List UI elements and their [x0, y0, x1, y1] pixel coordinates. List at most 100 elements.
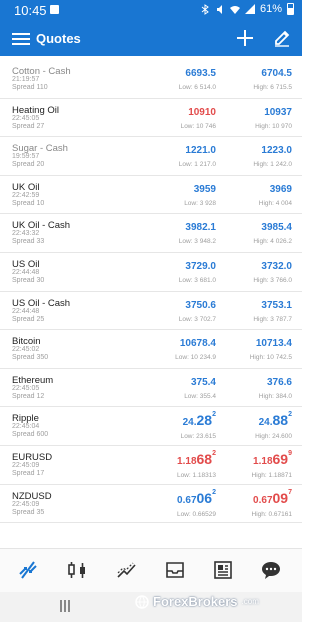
quote-row[interactable]: UK Oil - Cash 22:43:32 Spread 33 3982.1 3985… [0, 214, 302, 253]
watermark: ForexBrokers .com [135, 594, 259, 609]
quote-high: High: 3 787.7 [253, 315, 292, 323]
bid-price-fraction: 2 [212, 488, 216, 496]
quote-time: 22:44:48 [12, 307, 40, 315]
quote-time: 22:45:05 [12, 384, 40, 392]
status-time: 10:45 [14, 3, 47, 18]
watermark-domain: .com [241, 597, 259, 606]
quote-time: 22:45:02 [12, 346, 40, 354]
ask-price: 6704.5 [261, 68, 292, 79]
quote-time: 22:45:09 [12, 461, 40, 469]
bid-price-fraction: 2 [212, 411, 216, 419]
quote-low: Low: 1.18313 [176, 471, 216, 479]
quote-time: 22:45:09 [12, 500, 40, 508]
quote-row[interactable]: Heating Oil 22:45:05 Spread 27 10910 10937 Lo… [0, 99, 302, 138]
ask-price-main: 6704.5 [261, 68, 292, 79]
ask-price-pips: 69 [272, 450, 289, 467]
quote-row[interactable]: Sugar - Cash 19:59:57 Spread 20 1221.0 1223.… [0, 137, 302, 176]
quote-time: 21:19:57 [12, 76, 40, 83]
ask-price-main: 24. [258, 417, 273, 429]
bid-price-main: 1221.0 [185, 145, 216, 157]
signal-icon [244, 3, 255, 14]
quote-spread: Spread 10 [12, 199, 45, 207]
bid-price: 3982.1 [185, 222, 216, 233]
quote-low: Low: 1 217.0 [178, 161, 216, 169]
quote-row[interactable]: Bitcoin 22:45:02 Spread 350 10678.4 10713.4 L… [0, 330, 302, 369]
quote-row[interactable]: US Oil - Cash 22:44:48 Spread 25 3750.6 3753… [0, 292, 302, 331]
quote-row[interactable]: US Oil 22:44:48 Spread 30 3729.0 3732.0 Low: … [0, 253, 302, 292]
quote-high: High: 0.67161 [251, 510, 292, 518]
ask-price-main: 3985.4 [261, 222, 292, 234]
bid-price-main: 10678.4 [179, 338, 216, 350]
mute-icon [216, 4, 222, 14]
ask-price-fraction: 2 [288, 411, 292, 419]
quote-row[interactable]: NZDUSD 22:45:09 Spread 35 0.67062 0.67097 Low… [0, 485, 302, 524]
bid-price: 6693.5 [185, 68, 216, 79]
quote-low: Low: 23.615 [180, 433, 216, 441]
quotes-list: Cotton - Cash 21:19:57 Spread 110 6693.5 670… [0, 60, 302, 524]
quote-row[interactable]: EURUSD 22:45:09 Spread 17 1.18682 1.18699 Low… [0, 446, 302, 485]
ask-price-main: 1223.0 [261, 145, 292, 157]
bid-price-fraction: 2 [212, 449, 216, 457]
quote-time: 22:45:05 [12, 114, 40, 122]
bid-price: 1.18682 [177, 449, 216, 467]
inbox-icon[interactable] [164, 559, 186, 581]
quote-spread: Spread 30 [12, 276, 45, 284]
quote-time: 19:59:57 [12, 153, 40, 161]
bid-price: 375.4 [191, 377, 216, 388]
bid-price: 10910 [188, 107, 216, 118]
bid-price-pips: 06 [196, 489, 213, 506]
ask-price-main: 3753.1 [261, 299, 292, 311]
bid-price-pips: 68 [196, 450, 213, 467]
news-icon[interactable] [212, 559, 234, 581]
quote-high: High: 3 766.0 [253, 276, 292, 284]
quote-low: Low: 355.4 [184, 392, 216, 400]
ask-price-main: 376.6 [266, 376, 292, 388]
quote-spread: Spread 35 [12, 508, 45, 516]
candlestick-chart-icon[interactable] [66, 559, 88, 581]
wifi-icon [229, 5, 240, 14]
ask-price: 1223.0 [261, 145, 292, 156]
add-symbol-icon[interactable] [235, 28, 255, 48]
ask-price-fraction: 7 [288, 488, 292, 496]
trade-icon[interactable] [116, 559, 138, 581]
ask-price: 10713.4 [256, 338, 292, 349]
quote-time: 22:45:04 [12, 423, 40, 431]
quote-low: Low: 0.66529 [176, 510, 216, 518]
bid-price-main: 3982.1 [185, 222, 216, 234]
quote-row[interactable]: Ripple 22:45:04 Spread 600 24.282 24.882 Low:… [0, 407, 302, 446]
bid-price: 24.282 [182, 411, 216, 429]
quote-time: 22:44:48 [12, 268, 40, 276]
ask-price: 1.18699 [253, 450, 292, 467]
edit-icon[interactable] [273, 29, 291, 47]
menu-icon[interactable] [12, 30, 30, 48]
bid-price: 3750.6 [185, 300, 216, 311]
chat-icon[interactable] [260, 559, 282, 581]
quote-low: Low: 10 746 [180, 122, 216, 130]
quote-row[interactable]: UK Oil 22:42:59 Spread 10 3959 3969 Low: 3 92… [0, 176, 302, 215]
ask-price-main: 0.67 [253, 494, 273, 506]
globe-icon [135, 594, 149, 609]
recents-button[interactable] [60, 600, 70, 612]
ask-price-main: 10937 [264, 106, 292, 118]
quote-row[interactable]: Ethereum 22:45:05 Spread 12 375.4 376.6 Low: … [0, 369, 302, 408]
quotes-icon[interactable] [17, 559, 39, 581]
bid-price-main: 3729.0 [185, 260, 216, 272]
bid-price: 1221.0 [185, 145, 216, 156]
bottom-nav [0, 548, 302, 592]
quote-high: High: 384.0 [258, 392, 292, 400]
ask-price: 3732.0 [261, 261, 292, 272]
bid-price: 0.67062 [177, 488, 216, 506]
quote-row[interactable]: Cotton - Cash 21:19:57 Spread 110 6693.5 670… [0, 60, 302, 99]
quote-spread: Spread 600 [12, 431, 49, 439]
bid-price-main: 24. [182, 417, 197, 429]
bid-price-main: 10910 [188, 106, 216, 118]
ask-price-pips: 09 [272, 489, 289, 506]
bid-price-main: 1.18 [177, 455, 197, 467]
bid-price-main: 0.67 [177, 494, 197, 506]
bid-price: 10678.4 [180, 338, 216, 349]
ask-price: 376.6 [267, 377, 292, 388]
quote-spread: Spread 27 [12, 122, 45, 130]
quote-spread: Spread 350 [12, 354, 49, 362]
battery-icon [287, 3, 294, 15]
ask-price: 10937 [264, 107, 292, 118]
